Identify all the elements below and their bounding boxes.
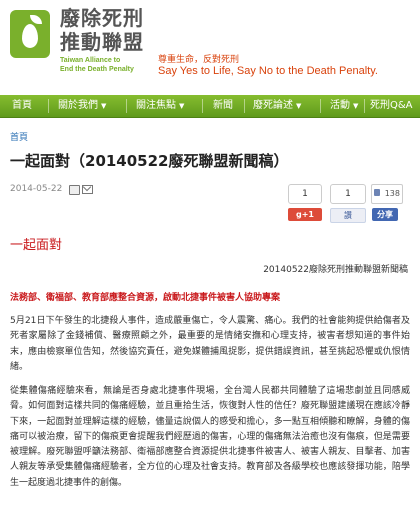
site-title-line-1: 廢除死刑	[60, 6, 144, 30]
paragraph: 從集體傷痛經驗來看，無論是否身處北捷事件現場，全台灣人民都共同體驗了這場悲劇並且…	[10, 386, 410, 488]
site-header: 廢除死刑 推動聯盟 Taiwan Alliance to End the Dea…	[0, 0, 420, 92]
like-button[interactable]: 讚	[330, 208, 366, 223]
page-title: 一起面對（20140522廢死聯盟新聞稿）	[10, 152, 289, 170]
main-nav: 首頁 關於我們 ▼ 關注焦點 ▼ 新聞 廢死論述 ▼ 活動 ▼ 死刑Q&A	[0, 95, 420, 118]
nav-item-label: 關於我們	[58, 100, 98, 111]
nav-item-focus[interactable]: 關注焦點 ▼	[136, 95, 184, 117]
nav-item-label: 活動	[330, 100, 350, 111]
nav-item-label: 新聞	[213, 100, 233, 111]
section-heading: 一起面對	[10, 238, 63, 253]
nav-item-qa[interactable]: 死刑Q&A	[370, 95, 413, 117]
nav-divider	[48, 99, 49, 113]
nav-item-about[interactable]: 關於我們 ▼	[58, 95, 106, 117]
nav-divider	[320, 99, 321, 113]
chevron-down-icon: ▼	[296, 102, 302, 110]
article-date: 2014-05-22	[10, 184, 63, 194]
nav-item-home[interactable]: 首頁	[12, 95, 32, 117]
paragraph: 5月21日下午發生的北捷殺人事件，造成嚴重傷亡，令人震驚、痛心。我們的社會能夠提…	[10, 316, 410, 372]
google-plus-button[interactable]: g+1	[288, 208, 322, 221]
email-icon[interactable]	[82, 185, 93, 194]
nav-divider	[126, 99, 127, 113]
nav-item-label: 關注焦點	[136, 100, 176, 111]
nav-item-events[interactable]: 活動 ▼	[330, 95, 358, 117]
nav-divider	[244, 99, 245, 113]
chevron-down-icon: ▼	[353, 102, 359, 110]
site-subtitle-en-line-2: End the Death Penalty	[60, 66, 134, 73]
byline: 20140522廢除死刑推動聯盟新聞稿	[263, 265, 408, 275]
article-subheading: 法務部、衛福部、教育部應整合資源，啟動北捷事件被害人協助專案	[10, 293, 281, 303]
nav-divider	[202, 99, 203, 113]
facebook-share-button[interactable]: 分享	[372, 208, 398, 221]
slogan-en: Say Yes to Life, Say No to the Death Pen…	[158, 65, 378, 77]
nav-item-discourse[interactable]: 廢死論述 ▼	[253, 95, 301, 117]
share-count-box: 1	[330, 184, 366, 204]
site-title[interactable]: 廢除死刑 推動聯盟	[60, 6, 210, 54]
breadcrumb[interactable]: 首頁	[10, 130, 28, 143]
logo-icon[interactable]	[10, 10, 50, 58]
thumbs-up-icon	[374, 189, 380, 196]
share-count-box: 1	[288, 184, 322, 204]
site-subtitle-en: Taiwan Alliance to End the Death Penalty	[60, 56, 150, 74]
drop-shape	[22, 24, 38, 48]
chevron-down-icon: ▼	[101, 102, 107, 110]
nav-item-news[interactable]: 新聞	[213, 95, 233, 117]
print-icon[interactable]	[69, 185, 80, 195]
slogan-zh: 尊重生命，反對死刑	[158, 55, 240, 65]
nav-divider	[364, 99, 365, 113]
site-subtitle-en-line-1: Taiwan Alliance to	[60, 57, 121, 64]
site-title-line-2: 推動聯盟	[60, 30, 144, 54]
nav-item-label: 死刑Q&A	[370, 100, 413, 111]
nav-item-label: 首頁	[12, 100, 32, 111]
chevron-down-icon: ▼	[179, 102, 185, 110]
nav-item-label: 廢死論述	[253, 100, 293, 111]
leaf-shape	[30, 15, 42, 24]
